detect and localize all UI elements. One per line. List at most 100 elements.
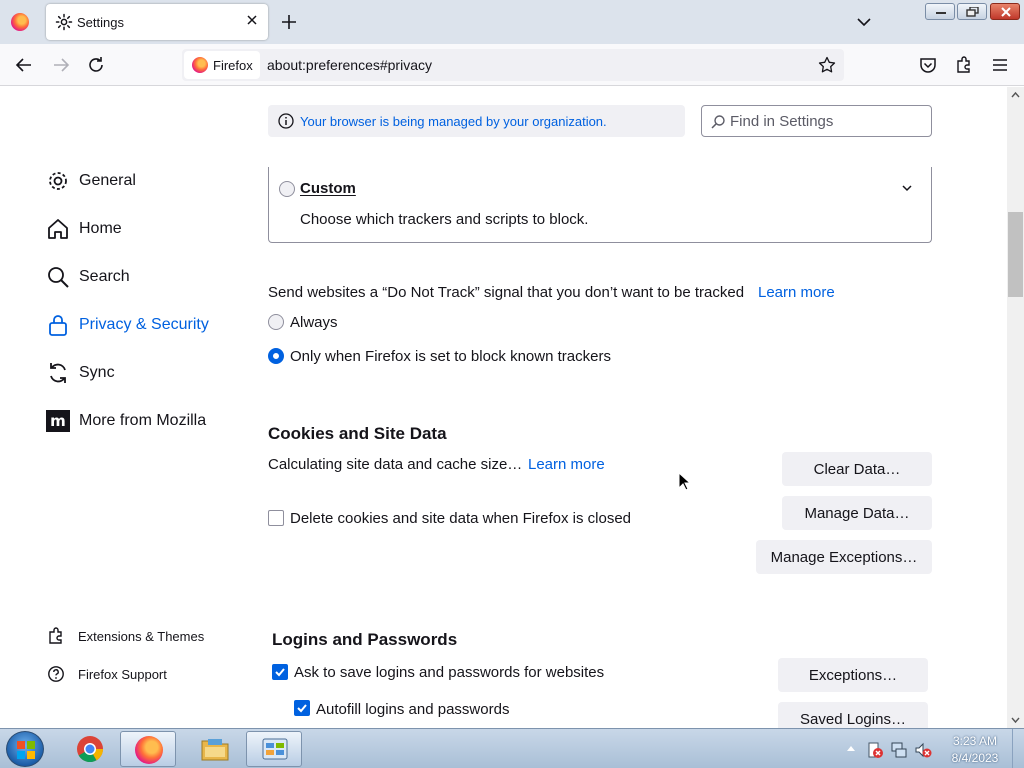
action-center-icon[interactable] <box>866 741 884 759</box>
chevron-down-icon[interactable] <box>901 183 913 193</box>
list-all-tabs-icon[interactable] <box>856 14 872 30</box>
sidebar-item-label: Search <box>79 268 130 285</box>
puzzle-icon <box>49 627 62 644</box>
managed-policy-text[interactable]: Your browser is being managed by your or… <box>300 114 607 129</box>
taskbar-chrome[interactable] <box>62 731 118 767</box>
ask-save-logins-checkbox[interactable] <box>272 664 288 680</box>
scrollbar-thumb[interactable] <box>1008 212 1023 297</box>
pocket-icon[interactable] <box>919 56 937 74</box>
menu-icon[interactable] <box>991 56 1009 74</box>
taskbar-firefox[interactable] <box>120 731 176 767</box>
clear-data-label: Clear Data… <box>813 460 901 478</box>
saved-logins-button[interactable]: Saved Logins… <box>778 702 928 728</box>
checkmark-icon <box>275 668 285 677</box>
vertical-scrollbar[interactable] <box>1007 87 1024 728</box>
delete-cookies-checkbox[interactable] <box>268 510 284 526</box>
logins-exceptions-button[interactable]: Exceptions… <box>778 658 928 692</box>
show-desktop-button[interactable] <box>1012 729 1024 768</box>
home-icon <box>48 219 68 239</box>
firefox-icon <box>135 736 163 764</box>
autofill-logins-label[interactable]: Autofill logins and passwords <box>316 701 509 718</box>
new-tab-icon[interactable] <box>280 13 298 31</box>
sidebar-item-home[interactable]: Home <box>46 215 122 243</box>
sidebar-item-label: Home <box>79 220 122 237</box>
show-hidden-icons-icon[interactable] <box>846 744 856 752</box>
sidebar-item-general[interactable]: General <box>46 167 136 195</box>
svg-text:m: m <box>50 412 66 430</box>
sidebar-item-label: General <box>79 172 136 189</box>
sidebar-extensions-themes-link[interactable]: Extensions & Themes <box>47 626 204 646</box>
saved-logins-label: Saved Logins… <box>800 710 906 728</box>
navigation-toolbar: Firefox about:preferences#privacy <box>0 44 1024 86</box>
search-icon <box>48 267 69 288</box>
ask-save-logins-label[interactable]: Ask to save logins and passwords for web… <box>294 664 604 681</box>
manage-exceptions-label: Manage Exceptions… <box>770 548 918 566</box>
dnt-always-label[interactable]: Always <box>290 314 338 331</box>
manage-data-button[interactable]: Manage Data… <box>782 496 932 530</box>
identity-box[interactable]: Firefox <box>184 51 260 79</box>
managed-policy-banner[interactable]: Your browser is being managed by your or… <box>268 105 685 137</box>
tab-title: Settings <box>77 15 124 30</box>
sidebar-item-label: Privacy & Security <box>79 316 209 333</box>
url-text[interactable]: about:preferences#privacy <box>267 57 432 73</box>
sidebar-item-privacy[interactable]: Privacy & Security <box>46 311 209 339</box>
help-icon <box>48 666 64 682</box>
clock-time[interactable]: 3:23 AM <box>952 734 998 748</box>
restore-icon <box>966 7 979 17</box>
site-data-size-text: Calculating site data and cache size… <box>268 456 523 473</box>
scroll-down-icon[interactable] <box>1011 715 1020 724</box>
sidebar-item-more-from-mozilla[interactable]: m More from Mozilla <box>46 407 206 435</box>
autofill-logins-checkbox[interactable] <box>294 700 310 716</box>
custom-radio[interactable] <box>279 181 295 197</box>
reload-icon[interactable] <box>87 56 105 74</box>
chrome-icon <box>77 736 104 763</box>
find-in-settings-input[interactable]: Find in Settings <box>701 105 932 137</box>
sidebar-footer-label: Extensions & Themes <box>78 628 205 644</box>
dnt-only-when-label[interactable]: Only when Firefox is set to block known … <box>290 348 611 365</box>
firefox-icon <box>192 57 208 73</box>
extensions-icon[interactable] <box>955 56 973 74</box>
sidebar-item-label: More from Mozilla <box>79 412 207 429</box>
gear-icon <box>55 13 73 31</box>
clock-date[interactable]: 8/4/2023 <box>948 751 1002 765</box>
delete-cookies-label[interactable]: Delete cookies and site data when Firefo… <box>290 510 631 527</box>
preferences-content: Your browser is being managed by your or… <box>0 87 1007 728</box>
tab-strip: Settings <box>0 0 1024 44</box>
mozilla-icon: m <box>46 410 70 432</box>
forward-icon[interactable] <box>52 56 70 74</box>
volume-muted-icon[interactable] <box>914 741 932 759</box>
dnt-learn-more-link[interactable]: Learn more <box>758 284 835 301</box>
lock-icon <box>49 315 67 336</box>
tab-settings[interactable]: Settings <box>46 4 268 40</box>
restore-button[interactable] <box>957 3 987 20</box>
minimize-button[interactable] <box>925 3 955 20</box>
manage-exceptions-button[interactable]: Manage Exceptions… <box>756 540 932 574</box>
start-button[interactable] <box>6 731 44 767</box>
cookies-learn-more-link[interactable]: Learn more <box>528 456 605 473</box>
dnt-only-when-radio[interactable] <box>268 348 284 364</box>
url-bar[interactable]: Firefox about:preferences#privacy <box>182 49 844 81</box>
dnt-always-radio[interactable] <box>268 314 284 330</box>
close-icon <box>1001 7 1011 17</box>
taskbar-control-panel[interactable] <box>246 731 302 767</box>
sidebar-footer-label: Firefox Support <box>78 666 167 682</box>
star-icon[interactable] <box>818 56 836 74</box>
network-icon[interactable] <box>890 741 908 759</box>
close-tab-icon[interactable] <box>244 12 260 28</box>
windows-taskbar: 3:23 AM 8/4/2023 <box>0 728 1024 768</box>
firefox-view-icon[interactable] <box>11 13 29 31</box>
manage-data-label: Manage Data… <box>804 504 910 522</box>
find-placeholder: Find in Settings <box>730 113 834 130</box>
custom-label[interactable]: Custom <box>300 180 356 197</box>
taskbar-file-explorer[interactable] <box>186 731 242 767</box>
back-icon[interactable] <box>15 56 33 74</box>
sidebar-firefox-support-link[interactable]: Firefox Support <box>47 664 167 684</box>
scroll-up-icon[interactable] <box>1011 91 1020 100</box>
sidebar-item-sync[interactable]: Sync <box>46 359 115 387</box>
sidebar-item-search[interactable]: Search <box>46 263 130 291</box>
clear-data-button[interactable]: Clear Data… <box>782 452 932 486</box>
control-panel-icon <box>262 738 288 760</box>
sidebar-item-label: Sync <box>79 364 115 381</box>
file-explorer-icon <box>201 739 229 761</box>
close-window-button[interactable] <box>990 3 1020 20</box>
